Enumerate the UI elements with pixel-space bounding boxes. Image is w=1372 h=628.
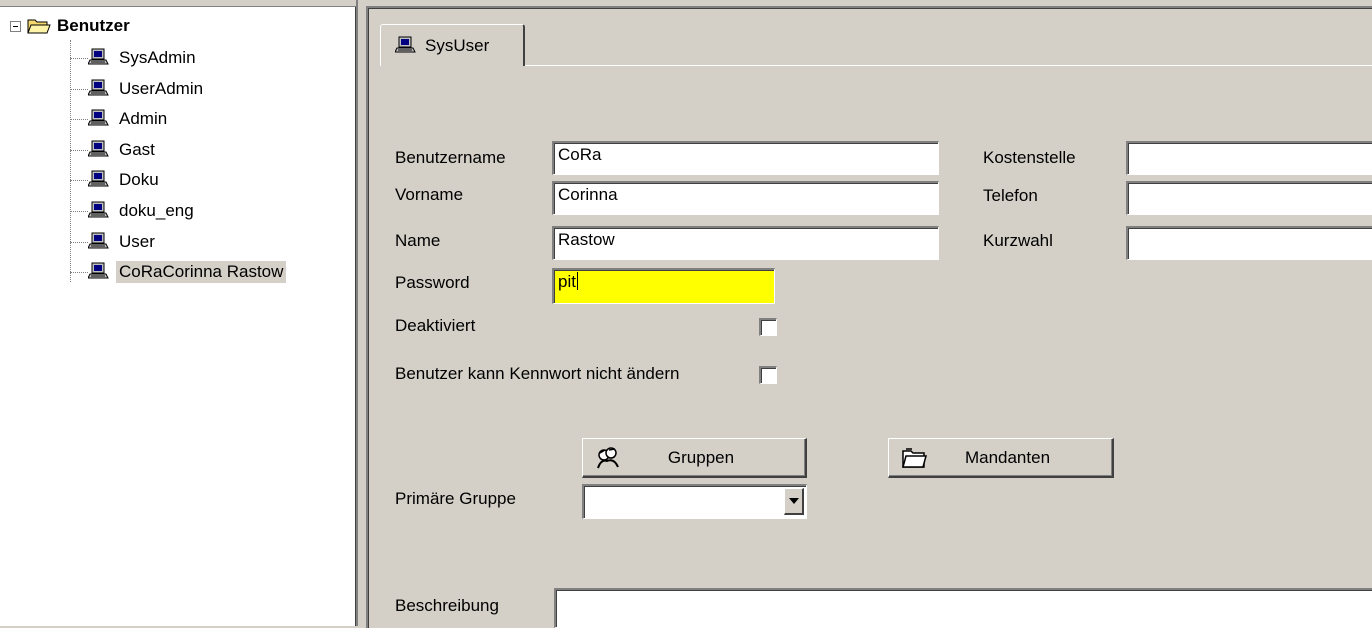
password-label: Password <box>395 273 470 292</box>
tree-connector <box>70 179 88 181</box>
text-caret <box>576 272 578 290</box>
tree-root-label: Benutzer <box>57 16 130 35</box>
tree-pane[interactable]: Benutzer SysAdmin UserAdmin Admin Gast Doku d… <box>0 0 358 626</box>
kennwort-label: Benutzer kann Kennwort nicht ändern <box>395 364 680 383</box>
deaktiviert-label: Deaktiviert <box>395 316 476 335</box>
password-value: pit <box>558 272 576 291</box>
mandanten-button-label: Mandanten <box>964 447 1051 467</box>
kurzwahl-label: Kurzwahl <box>983 231 1053 250</box>
tree-item[interactable]: Admin <box>70 106 170 132</box>
chevron-down-icon <box>788 498 799 504</box>
tree-connector <box>70 241 88 243</box>
tree-item[interactable]: UserAdmin <box>70 76 206 102</box>
tree-connector <box>70 118 88 120</box>
tree-item-label: CoRaCorinna Rastow <box>116 261 287 283</box>
folder-open-icon <box>27 19 51 34</box>
computer-user-icon <box>88 48 109 65</box>
benutzername-label: Benutzername <box>395 148 506 167</box>
computer-user-icon <box>88 170 109 187</box>
beschreibung-textarea[interactable] <box>554 588 1372 628</box>
tab-sysuser[interactable]: SysUser <box>380 24 525 66</box>
computer-user-icon <box>88 232 109 249</box>
computer-user-icon <box>88 262 109 279</box>
vorname-input[interactable]: Corinna <box>552 181 939 215</box>
computer-user-icon <box>88 140 109 157</box>
tree-connector <box>70 88 88 90</box>
beschreibung-label: Beschreibung <box>395 596 499 615</box>
primaere-gruppe-select[interactable] <box>582 484 807 519</box>
kennwort-checkbox[interactable] <box>759 366 777 384</box>
telefon-input[interactable] <box>1126 181 1372 215</box>
gruppen-button-label: Gruppen <box>667 447 735 467</box>
computer-user-icon <box>395 36 416 52</box>
tab-strip-line <box>525 65 1372 66</box>
group-icon <box>597 446 619 468</box>
folder-icon <box>902 447 927 468</box>
computer-user-icon <box>88 79 109 96</box>
tree-item[interactable]: Gast <box>70 137 158 163</box>
tree-connector <box>70 57 88 59</box>
tree-item-label: Gast <box>119 140 155 159</box>
collapse-toggle-icon[interactable] <box>10 20 21 32</box>
computer-user-icon <box>88 201 109 218</box>
gruppen-button[interactable]: Gruppen <box>582 438 807 478</box>
tree-item[interactable]: CoRaCorinna Rastow <box>70 259 287 285</box>
benutzername-input[interactable]: CoRa <box>552 141 939 175</box>
tree-item[interactable]: Doku <box>70 167 162 193</box>
computer-user-icon <box>88 109 109 126</box>
tree-connector <box>70 149 88 151</box>
tree-item-label: Admin <box>119 109 168 128</box>
deaktiviert-checkbox[interactable] <box>759 318 777 336</box>
tree-item[interactable]: SysAdmin <box>70 45 199 71</box>
tree-item-label: User <box>119 232 155 251</box>
name-input[interactable]: Rastow <box>552 226 939 260</box>
password-input[interactable]: pit <box>552 268 775 304</box>
tree-item-label: UserAdmin <box>119 79 204 98</box>
tree-top-border <box>0 0 356 7</box>
tree-item-label: SysAdmin <box>119 48 196 67</box>
tab-label: SysUser <box>425 35 490 55</box>
tree-root-benutzer[interactable]: Benutzer <box>10 14 130 38</box>
kurzwahl-input[interactable] <box>1126 226 1372 260</box>
kostenstelle-label: Kostenstelle <box>983 148 1076 167</box>
telefon-label: Telefon <box>983 186 1038 205</box>
name-label: Name <box>395 231 441 250</box>
tree-item-label: Doku <box>119 170 159 189</box>
tree-item-label: doku_eng <box>119 201 194 220</box>
primaere-gruppe-label: Primäre Gruppe <box>395 489 516 508</box>
tree-item[interactable]: doku_eng <box>70 198 197 224</box>
details-panel <box>366 6 1372 628</box>
vorname-label: Vorname <box>395 185 464 204</box>
tree-connector <box>70 271 88 273</box>
tree-item[interactable]: User <box>70 229 158 255</box>
kostenstelle-input[interactable] <box>1126 141 1372 175</box>
tree-connector <box>70 210 88 212</box>
dropdown-button[interactable] <box>784 488 804 515</box>
mandanten-button[interactable]: Mandanten <box>888 438 1114 478</box>
